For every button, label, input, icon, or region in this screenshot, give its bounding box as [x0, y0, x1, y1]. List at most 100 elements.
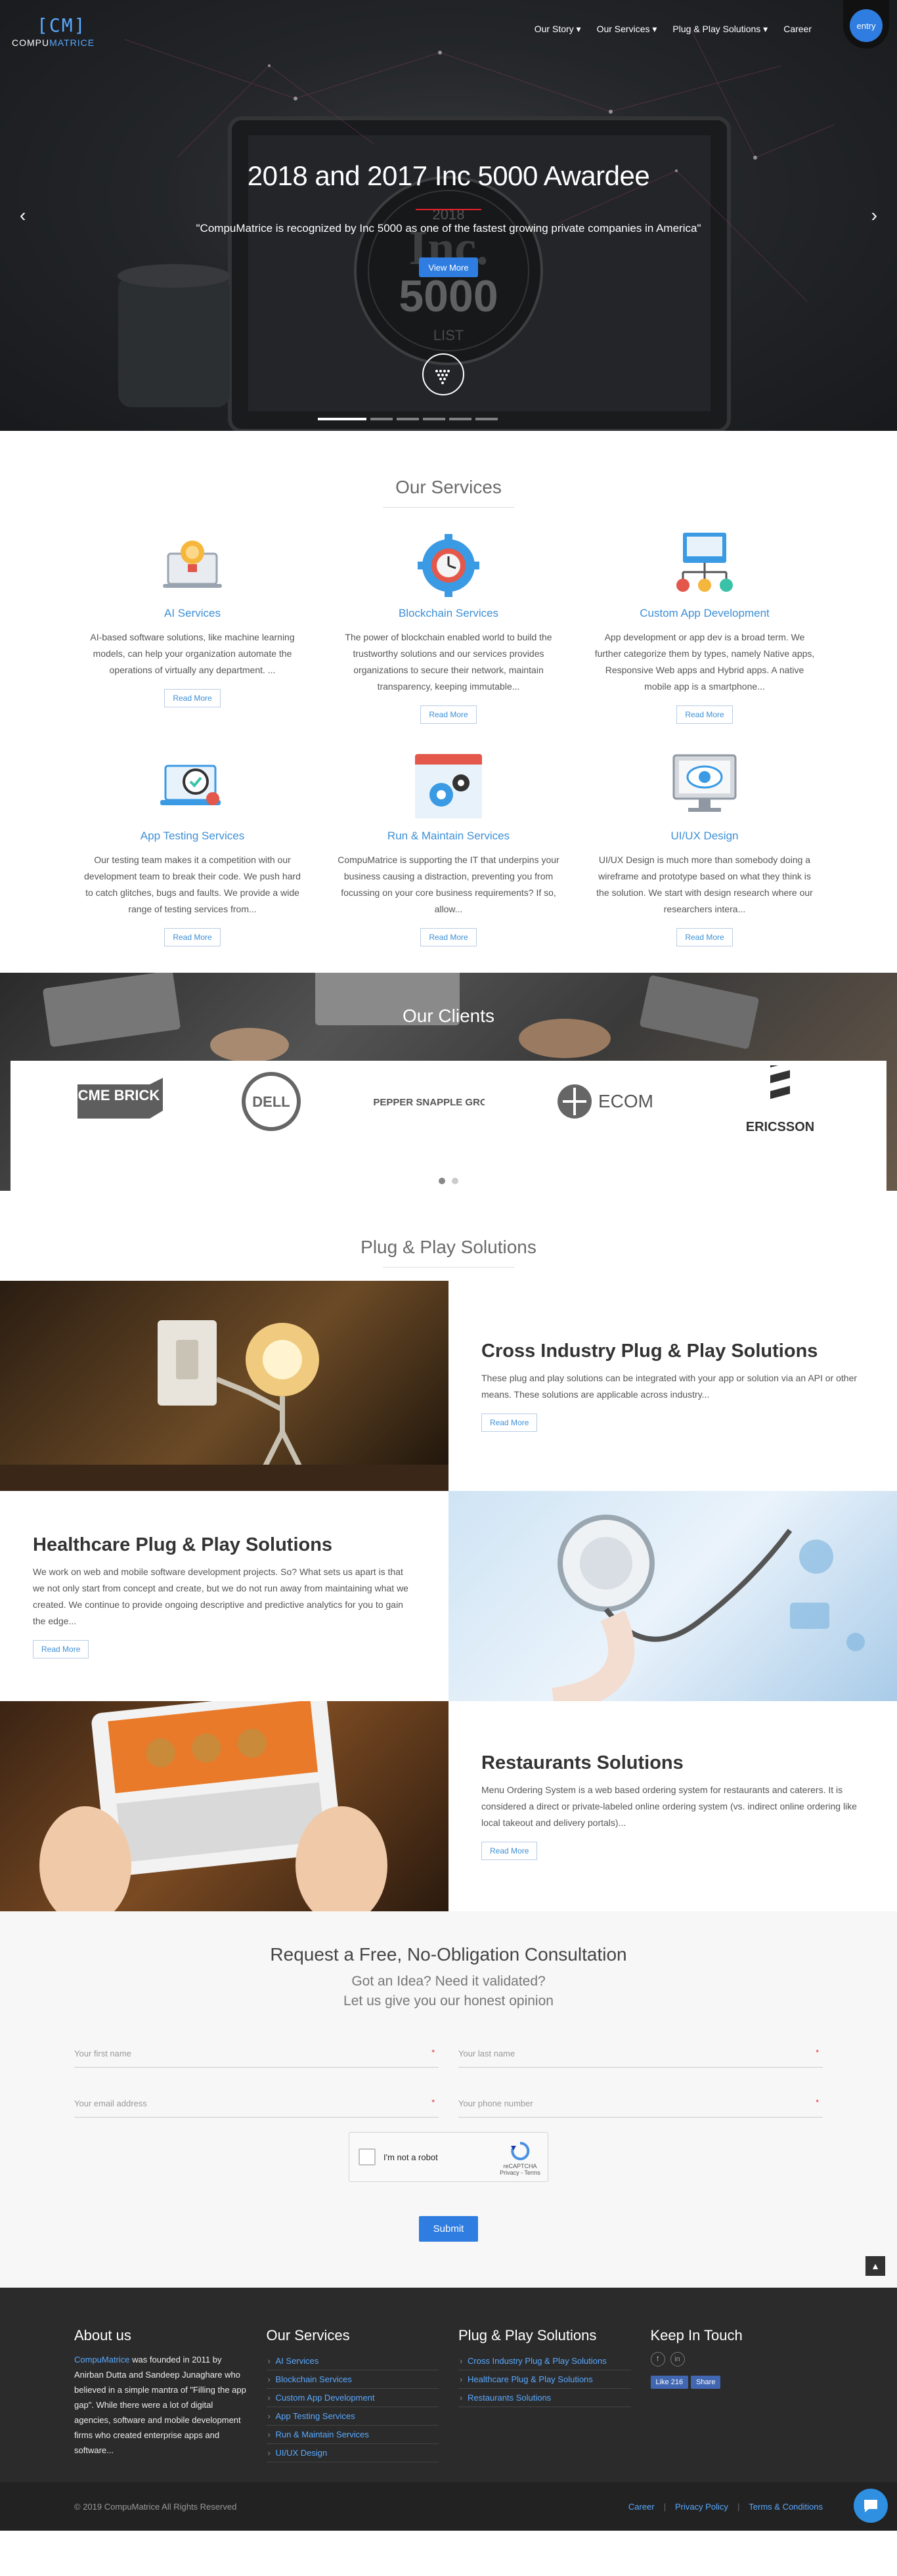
footer-link[interactable]: Custom App Development — [266, 2389, 439, 2407]
required-mark: * — [431, 2098, 435, 2107]
first-name-input[interactable] — [74, 2040, 439, 2066]
client-logo: ACME BRICK — [71, 1078, 164, 1119]
service-card: App Testing Services Our testing team ma… — [64, 750, 320, 946]
footer-plug-play: Plug & Play Solutions Cross Industry Plu… — [458, 2327, 631, 2462]
submit-button[interactable]: Submit — [418, 2216, 479, 2242]
main-nav: Our Story ▾ Our Services ▾ Plug & Play S… — [535, 24, 812, 35]
svg-text:DR PEPPER SNAPPLE GROUP: DR PEPPER SNAPPLE GROUP — [373, 1097, 485, 1108]
nav-item-our-services[interactable]: Our Services ▾ — [597, 24, 657, 35]
facebook-icon[interactable]: f — [650, 2352, 665, 2366]
footer-heading: Our Services — [266, 2327, 350, 2343]
solution-image — [448, 1491, 897, 1701]
slider-dot[interactable] — [475, 418, 498, 420]
phone-field-wrap: * — [458, 2090, 823, 2118]
entry-button[interactable]: entry — [850, 9, 883, 42]
footer: ▲ About us CompuMatrice was founded in 2… — [0, 2256, 897, 2482]
monitor-hierarchy-icon — [676, 533, 733, 592]
read-more-button[interactable]: Read More — [420, 705, 477, 724]
chat-bubble-icon[interactable] — [854, 2489, 888, 2523]
read-more-button[interactable]: Read More — [481, 1413, 538, 1432]
scroll-top-icon[interactable]: ▲ — [865, 2256, 885, 2276]
footer-heading: Plug & Play Solutions — [458, 2327, 597, 2343]
solution-title[interactable]: Cross Industry Plug & Play Solutions — [481, 1341, 864, 1362]
footer-link[interactable]: UI/UX Design — [266, 2444, 439, 2462]
nav-item-plug-play[interactable]: Plug & Play Solutions ▾ — [672, 24, 768, 35]
solution-row: Cross Industry Plug & Play Solutions The… — [0, 1281, 897, 1491]
footer-link[interactable]: Run & Maintain Services — [266, 2426, 439, 2444]
slider-dot[interactable] — [449, 418, 471, 420]
footer-link-career[interactable]: Career — [628, 2502, 655, 2512]
footer-link[interactable]: Restaurants Solutions — [458, 2389, 631, 2407]
svg-text:ECOM: ECOM — [598, 1091, 653, 1111]
service-title[interactable]: App Testing Services — [80, 830, 305, 843]
footer-link[interactable]: Healthcare Plug & Play Solutions — [458, 2370, 631, 2389]
services-title: Our Services — [395, 477, 502, 497]
read-more-button[interactable]: Read More — [164, 928, 221, 946]
recaptcha-checkbox[interactable] — [359, 2148, 376, 2165]
service-title[interactable]: AI Services — [80, 607, 305, 620]
svg-text:ERICSSON: ERICSSON — [745, 1120, 814, 1134]
linkedin-icon[interactable]: in — [670, 2352, 685, 2366]
service-card: UI/UX Design UI/UX Design is much more t… — [577, 750, 833, 946]
footer-link[interactable]: Cross Industry Plug & Play Solutions — [458, 2352, 631, 2370]
service-title[interactable]: Custom App Development — [592, 607, 817, 620]
nav-item-our-story[interactable]: Our Story ▾ — [535, 24, 581, 35]
slider-dot[interactable] — [318, 418, 366, 420]
slider-dot[interactable] — [370, 418, 393, 420]
slider-dot[interactable] — [397, 418, 419, 420]
read-more-button[interactable]: Read More — [164, 689, 221, 707]
carousel-dot[interactable] — [439, 1178, 445, 1184]
clients-carousel: ACME BRICK DELL DR PEPPER SNAPPLE GROUP … — [11, 1061, 886, 1191]
solution-title[interactable]: Restaurants Solutions — [481, 1752, 864, 1774]
read-more-button[interactable]: Read More — [676, 928, 733, 946]
footer-link[interactable]: Blockchain Services — [266, 2370, 439, 2389]
footer-link-terms[interactable]: Terms & Conditions — [749, 2502, 823, 2512]
footer-services: Our Services AI Services Blockchain Serv… — [266, 2327, 439, 2462]
phone-input[interactable] — [458, 2090, 823, 2116]
last-name-input[interactable] — [458, 2040, 823, 2066]
clients-title: Our Clients — [402, 1006, 495, 1026]
plug-play-section: Plug & Play Solutions Cross Industry Plu… — [0, 1191, 897, 1911]
solution-description: Menu Ordering System is a web based orde… — [481, 1785, 857, 1828]
solution-title[interactable]: Healthcare Plug & Play Solutions — [33, 1534, 416, 1556]
carousel-dot[interactable] — [452, 1178, 458, 1184]
slider-dots — [318, 418, 498, 420]
services-grid: AI Services AI-based software solutions,… — [0, 527, 897, 946]
read-more-button[interactable]: Read More — [481, 1842, 538, 1860]
hero-slider: 2018 Inc. 5000 LIST [CM] COMPUMATRICE Ou… — [0, 0, 897, 431]
scroll-down-icon[interactable] — [422, 353, 465, 396]
service-title[interactable]: Blockchain Services — [336, 607, 561, 620]
fb-like-button[interactable]: Like 216 — [650, 2376, 689, 2389]
footer-touch: Keep In Touch f in Like 216 Share — [650, 2327, 823, 2462]
slider-prev-icon[interactable]: ‹ — [20, 205, 26, 226]
logo-text: COMPUMATRICE — [12, 37, 95, 48]
service-title[interactable]: Run & Maintain Services — [336, 830, 561, 843]
site-logo[interactable]: [CM] COMPUMATRICE — [12, 14, 104, 54]
nav-item-career[interactable]: Career — [783, 24, 812, 35]
fb-share-button[interactable]: Share — [691, 2376, 721, 2389]
hero-subtitle: "CompuMatrice is recognized by Inc 5000 … — [196, 222, 701, 234]
slider-next-icon[interactable]: › — [871, 205, 877, 226]
footer-link[interactable]: AI Services — [266, 2352, 439, 2370]
footer-link[interactable]: App Testing Services — [266, 2407, 439, 2426]
about-company-link[interactable]: CompuMatrice — [74, 2355, 130, 2365]
service-title[interactable]: UI/UX Design — [592, 830, 817, 843]
email-input[interactable] — [74, 2090, 439, 2116]
footer-link-privacy[interactable]: Privacy Policy — [675, 2502, 728, 2512]
form-fields: * * * * — [74, 2040, 823, 2118]
entry-tab: entry — [843, 0, 889, 49]
read-more-button[interactable]: Read More — [33, 1639, 89, 1658]
consultation-form-section: Request a Free, No-Obligation Consultati… — [0, 1911, 897, 2288]
hero-title: 2018 and 2017 Inc 5000 Awardee — [247, 160, 650, 191]
hero-title-accent — [416, 209, 481, 210]
read-more-button[interactable]: Read More — [676, 705, 733, 724]
view-more-button[interactable]: View More — [419, 257, 478, 277]
recaptcha-branding: reCAPTCHA Privacy - Terms — [499, 2141, 541, 2176]
recaptcha-label: I'm not a robot — [383, 2152, 438, 2162]
slider-dot[interactable] — [423, 418, 445, 420]
solution-image — [0, 1701, 448, 1911]
read-more-button[interactable]: Read More — [420, 928, 477, 946]
about-text: CompuMatrice was founded in 2011 by Anir… — [74, 2355, 246, 2455]
svg-text:ACME BRICK: ACME BRICK — [71, 1087, 160, 1103]
solution-row: Healthcare Plug & Play Solutions We work… — [0, 1491, 897, 1701]
